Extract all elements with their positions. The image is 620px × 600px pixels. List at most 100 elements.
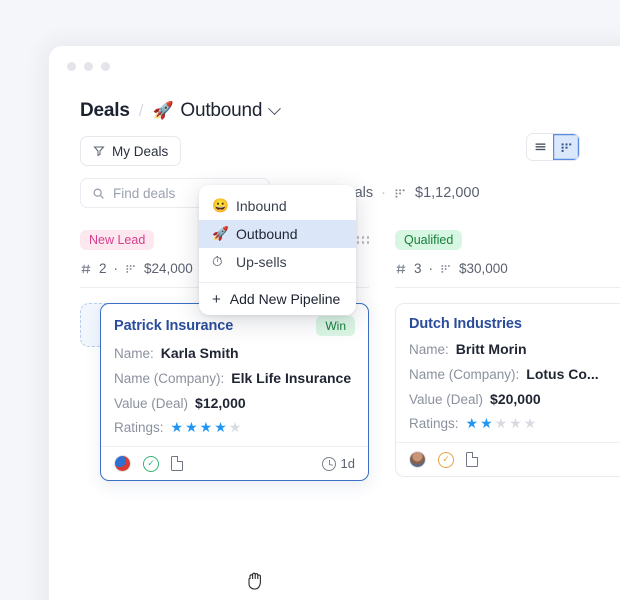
kanban-column-qualified: Qualified + 3 · xyxy=(395,230,620,481)
toolbar-filter-row: My Deals xyxy=(49,122,620,166)
column-value: $24,000 xyxy=(144,261,193,276)
rating-stars[interactable]: ★★★★★ xyxy=(171,420,242,434)
hash-icon xyxy=(80,263,92,275)
field-label: Value (Deal) xyxy=(114,396,188,411)
field-value: $20,000 xyxy=(490,391,541,407)
star-icon[interactable]: ★ xyxy=(200,420,213,434)
dropdown-item-up-sells[interactable]: ⏱ Up-sells xyxy=(199,248,356,276)
rating-stars[interactable]: ★★★★★ xyxy=(466,416,537,430)
ratings-label: Ratings: xyxy=(409,416,459,431)
page-header: Deals / 🚀 Outbound xyxy=(49,86,620,122)
card-header: Dutch Industries xyxy=(409,316,620,332)
status-badge: Qualified xyxy=(395,230,462,250)
column-value: $30,000 xyxy=(459,261,508,276)
star-icon[interactable]: ★ xyxy=(480,416,493,430)
screenshot-root: Deals / 🚀 Outbound My Deals xyxy=(0,0,620,600)
star-icon[interactable]: ★ xyxy=(185,420,198,434)
kanban-dots-icon xyxy=(125,263,137,275)
ratings-label: Ratings: xyxy=(114,420,164,435)
card-ratings: Ratings: ★★★★★ xyxy=(409,416,620,431)
page-title: Deals xyxy=(80,100,130,122)
card-field: Name (Company): Elk Life Insurance xyxy=(114,370,355,386)
smiley-icon: 😀 xyxy=(212,198,227,214)
field-label: Name (Company): xyxy=(409,367,519,382)
dropdown-item-label: Up-sells xyxy=(236,254,287,270)
star-icon[interactable]: ★ xyxy=(495,416,508,430)
list-view-icon[interactable] xyxy=(527,134,553,160)
column-meta: 3 · $30,000 xyxy=(395,261,620,276)
plus-icon: + xyxy=(212,291,221,308)
kanban-dots-icon xyxy=(440,263,452,275)
total-value-label: $1,12,000 xyxy=(415,185,480,201)
due-label: 1d xyxy=(341,456,355,471)
pipeline-label: Outbound xyxy=(180,100,262,122)
star-icon[interactable]: ★ xyxy=(466,416,479,430)
clock-icon xyxy=(322,457,336,471)
filter-icon xyxy=(93,145,105,157)
my-deals-filter-button[interactable]: My Deals xyxy=(80,136,181,166)
due-date: 1d xyxy=(322,456,355,471)
card-header: Patrick Insurance Win xyxy=(114,316,355,336)
column-cards: Patrick Insurance Win Name: Karla Smith … xyxy=(80,303,369,481)
card-field: Value (Deal) $12,000 xyxy=(114,395,355,411)
app-window: Deals / 🚀 Outbound My Deals xyxy=(48,45,620,600)
rocket-icon: 🚀 xyxy=(212,226,227,242)
window-dot-close[interactable] xyxy=(67,62,76,71)
star-icon[interactable]: ★ xyxy=(509,416,522,430)
avatar[interactable] xyxy=(409,451,426,468)
dropdown-item-inbound[interactable]: 😀 Inbound xyxy=(199,192,356,220)
deal-card[interactable]: Dutch Industries Name: Britt Morin Name … xyxy=(395,303,620,477)
field-value: Lotus Co... xyxy=(526,366,598,382)
card-field: Value (Deal) $20,000 xyxy=(409,391,620,407)
field-value: Karla Smith xyxy=(161,345,239,361)
breadcrumb-separator: / xyxy=(139,101,144,121)
field-value: Britt Morin xyxy=(456,341,527,357)
card-footer: ✓ 1d xyxy=(114,447,355,480)
kanban-dots-icon xyxy=(394,187,407,200)
my-deals-filter-label: My Deals xyxy=(112,144,168,159)
dropdown-item-label: Outbound xyxy=(236,226,298,242)
dropdown-item-outbound[interactable]: 🚀 Outbound xyxy=(199,220,356,248)
window-dot-minimize[interactable] xyxy=(84,62,93,71)
star-icon[interactable]: ★ xyxy=(214,420,227,434)
search-icon xyxy=(92,187,105,200)
check-circle-icon[interactable]: ✓ xyxy=(438,452,454,468)
pipeline-dropdown-menu: 😀 Inbound 🚀 Outbound ⏱ Up-sells + Add Ne… xyxy=(199,185,356,315)
column-header: Qualified + xyxy=(395,230,620,250)
card-ratings: Ratings: ★★★★★ xyxy=(114,420,355,435)
avatar[interactable] xyxy=(114,455,131,472)
add-new-pipeline-button[interactable]: + Add New Pipeline xyxy=(199,283,356,315)
chevron-down-icon xyxy=(268,102,281,115)
field-label: Name: xyxy=(114,346,154,361)
deal-card[interactable]: Patrick Insurance Win Name: Karla Smith … xyxy=(100,303,369,481)
document-icon[interactable] xyxy=(466,452,478,467)
card-footer: ✓ xyxy=(409,443,620,476)
board-view-icon[interactable] xyxy=(553,134,579,160)
star-icon[interactable]: ★ xyxy=(524,416,537,430)
hash-icon xyxy=(395,263,407,275)
column-meta-separator: · xyxy=(429,261,434,276)
grip-dots-icon[interactable] xyxy=(357,236,369,243)
star-icon[interactable]: ★ xyxy=(171,420,184,434)
card-field: Name: Karla Smith xyxy=(114,345,355,361)
dropdown-item-label: Inbound xyxy=(236,198,287,214)
column-divider xyxy=(395,287,620,288)
column-cards: Dutch Industries Name: Britt Morin Name … xyxy=(395,303,620,477)
summary-separator: · xyxy=(381,185,386,201)
stopwatch-icon: ⏱ xyxy=(212,254,227,270)
field-label: Value (Deal) xyxy=(409,392,483,407)
field-value: Elk Life Insurance xyxy=(231,370,351,386)
check-circle-icon[interactable]: ✓ xyxy=(143,456,159,472)
pipeline-selector[interactable]: 🚀 Outbound xyxy=(152,100,279,122)
window-dot-maximize[interactable] xyxy=(101,62,110,71)
rocket-icon: 🚀 xyxy=(152,101,173,121)
document-icon[interactable] xyxy=(171,456,183,471)
card-field: Name (Company): Lotus Co... xyxy=(409,366,620,382)
search-placeholder-text: Find deals xyxy=(113,186,175,201)
star-icon[interactable]: ★ xyxy=(229,420,242,434)
field-value: $12,000 xyxy=(195,395,246,411)
field-label: Name: xyxy=(409,342,449,357)
column-count: 3 xyxy=(414,261,422,276)
view-toggle-group xyxy=(526,133,580,161)
card-title: Dutch Industries xyxy=(409,316,522,332)
